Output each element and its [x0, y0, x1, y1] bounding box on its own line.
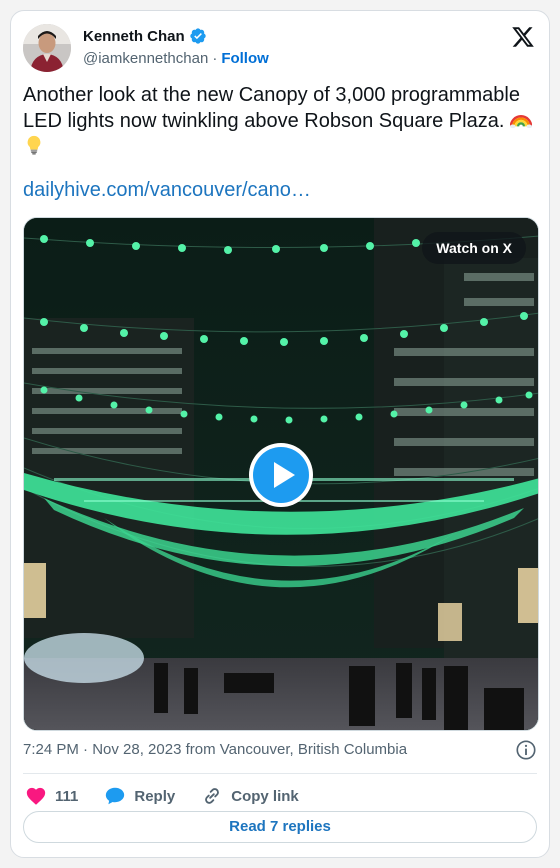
reply-button[interactable]: Reply	[104, 785, 175, 807]
heart-icon	[26, 787, 46, 805]
avatar[interactable]	[23, 24, 71, 72]
author-name[interactable]: Kenneth Chan	[83, 28, 185, 45]
video-media[interactable]: Watch on X	[23, 217, 539, 731]
info-icon[interactable]	[515, 739, 537, 761]
light-bulb-emoji	[27, 135, 41, 155]
avatar-image	[23, 24, 71, 72]
like-count: 111	[55, 787, 79, 805]
tweet-text-block: Another look at the new Canopy of 3,000 …	[23, 83, 539, 160]
tweet-link[interactable]: dailyhive.com/vancouver/cano…	[23, 179, 311, 202]
tweet-text: Another look at the new Canopy of 3,000 …	[23, 84, 520, 132]
link-icon	[205, 788, 220, 804]
copy-link-button[interactable]: Copy link	[201, 785, 299, 807]
read-replies-button[interactable]: Read 7 replies	[23, 811, 537, 843]
reply-bubble-icon	[106, 787, 125, 805]
like-button[interactable]: 111	[25, 785, 78, 807]
rainbow-emoji	[509, 115, 532, 129]
reply-label: Reply	[134, 787, 176, 805]
play-icon[interactable]	[248, 442, 314, 508]
actions-bar: 111 Reply Copy link	[25, 781, 325, 811]
handle-separator: ·	[212, 50, 218, 67]
follow-button[interactable]: Follow	[221, 50, 269, 67]
tweet-timestamp[interactable]: 7:24 PM · Nov 28, 2023 from Vancouver, B…	[23, 741, 407, 758]
x-logo-icon[interactable]	[511, 25, 535, 49]
tweet-card: Kenneth Chan @iamkennethchan · Follow An…	[10, 10, 550, 858]
author-handle-row: @iamkennethchan · Follow	[83, 50, 269, 67]
copy-link-label: Copy link	[231, 787, 299, 805]
author-handle[interactable]: @iamkennethchan	[83, 50, 208, 67]
divider	[23, 773, 537, 774]
watch-on-x-button[interactable]: Watch on X	[422, 232, 526, 264]
verified-badge-icon	[189, 28, 206, 44]
author-name-row: Kenneth Chan	[83, 27, 207, 45]
